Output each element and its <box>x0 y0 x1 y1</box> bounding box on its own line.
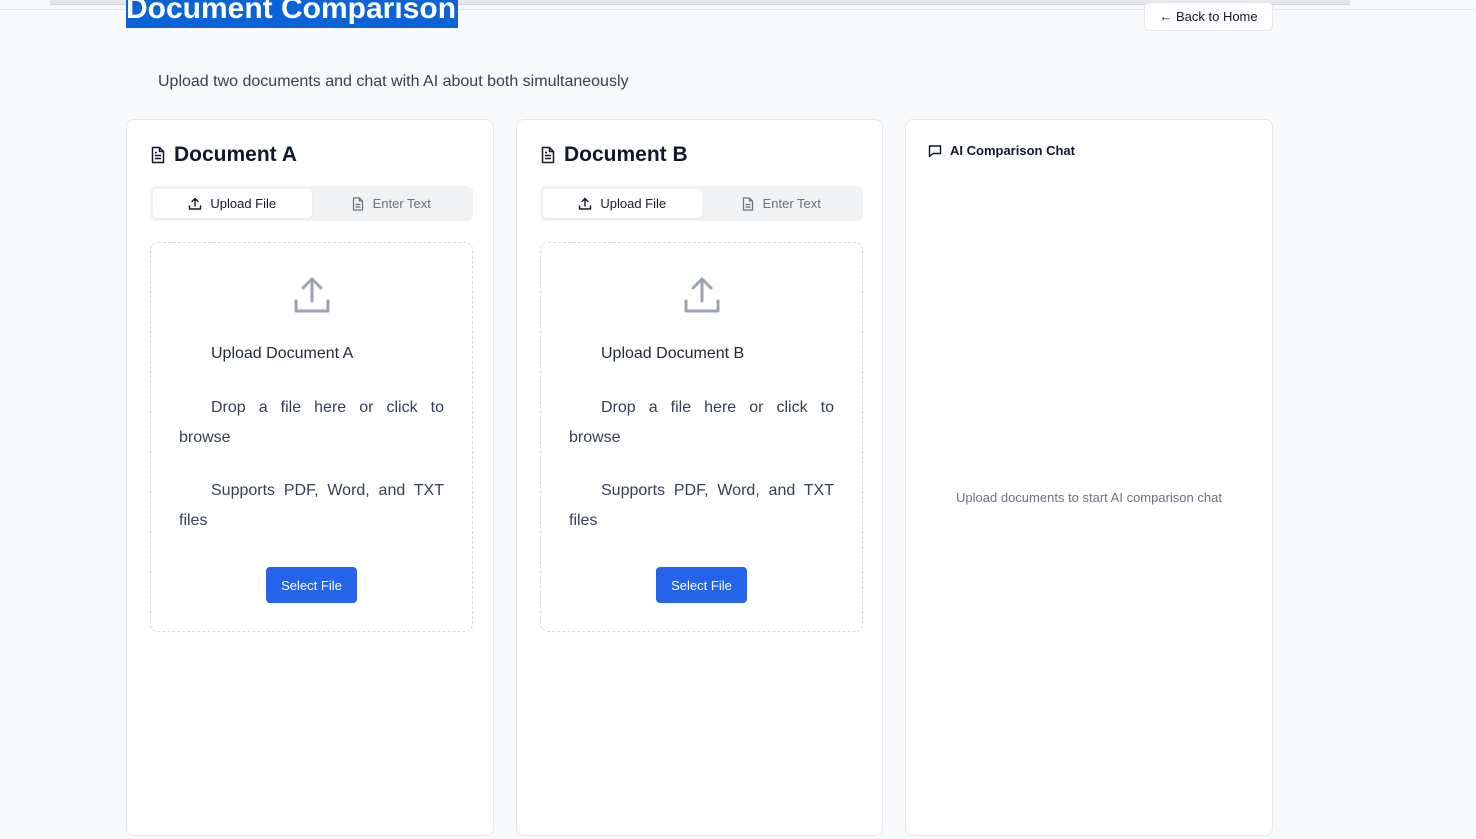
file-text-icon <box>541 146 555 164</box>
message-square-icon <box>928 144 942 157</box>
select-file-button[interactable]: Select File <box>266 567 357 603</box>
chat-title: AI Comparison Chat <box>950 143 1075 158</box>
document-a-tabs: Upload File Enter Text <box>150 186 473 221</box>
document-a-header: Document A <box>150 142 297 168</box>
tab-upload-file-label: Upload File <box>600 196 667 211</box>
back-to-home-button[interactable]: ← Back to Home <box>1144 2 1273 31</box>
file-text-icon <box>151 146 165 164</box>
document-b-card: Document B Upload File Enter Text Upload… <box>516 119 883 836</box>
ai-chat-card: AI Comparison Chat Upload documents to s… <box>905 119 1273 836</box>
upload-icon <box>189 197 202 210</box>
dropzone-supported-formats: Supports PDF, Word, and TXT files <box>179 482 444 529</box>
tab-enter-text[interactable]: Enter Text <box>312 189 471 218</box>
tab-upload-file-label: Upload File <box>210 196 277 211</box>
dropzone-hint: Drop a file here or click to browse <box>179 399 444 446</box>
tab-enter-text-label: Enter Text <box>762 196 821 211</box>
upload-icon <box>579 197 592 210</box>
page-title: Document Comparison <box>126 0 459 28</box>
upload-icon <box>684 277 720 313</box>
tab-upload-file[interactable]: Upload File <box>153 189 312 218</box>
select-file-button[interactable]: Select File <box>656 567 747 603</box>
tab-enter-text[interactable]: Enter Text <box>702 189 861 218</box>
document-b-header: Document B <box>540 142 688 168</box>
file-text-icon <box>742 196 753 211</box>
file-text-icon <box>352 196 363 211</box>
document-a-title: Document A <box>174 143 297 166</box>
document-a-dropzone[interactable]: Upload Document A Drop a file here or cl… <box>150 242 473 632</box>
chat-empty-state: Upload documents to start AI comparison … <box>956 490 1222 505</box>
dropzone-hint: Drop a file here or click to browse <box>569 399 834 446</box>
document-b-title: Document B <box>564 143 688 166</box>
chat-header: AI Comparison Chat <box>928 143 1075 158</box>
dropzone-supported-formats: Supports PDF, Word, and TXT files <box>569 482 834 529</box>
document-a-card: Document A Upload File Enter Text Upload… <box>126 119 494 836</box>
tab-enter-text-label: Enter Text <box>372 196 431 211</box>
dropzone-title: Upload Document B <box>601 345 745 362</box>
dropzone-title: Upload Document A <box>211 345 354 362</box>
tab-upload-file[interactable]: Upload File <box>543 189 702 218</box>
page-subtitle: Upload two documents and chat with AI ab… <box>158 73 629 90</box>
document-b-tabs: Upload File Enter Text <box>540 186 863 221</box>
document-b-dropzone[interactable]: Upload Document B Drop a file here or cl… <box>540 242 863 632</box>
upload-icon <box>294 277 330 313</box>
